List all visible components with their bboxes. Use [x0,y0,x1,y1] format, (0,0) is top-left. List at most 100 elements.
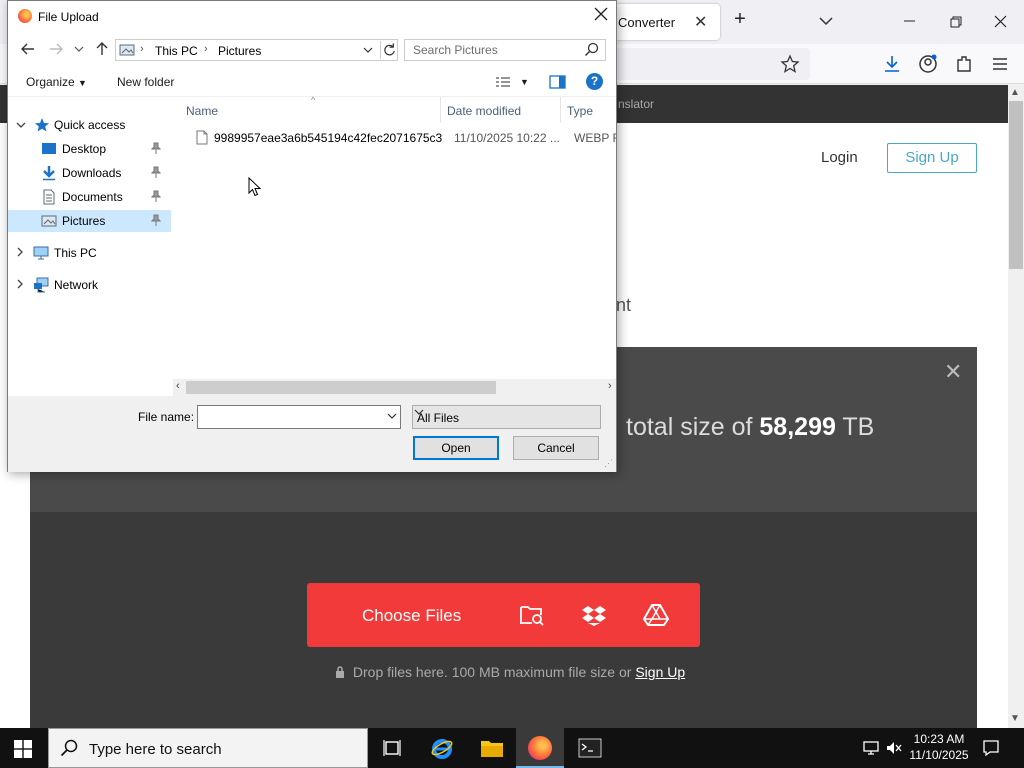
dropbox-icon[interactable] [581,603,607,627]
open-button[interactable]: Open [413,436,499,460]
folder-search-icon[interactable] [519,603,545,627]
breadcrumb-separator-icon[interactable]: › [140,43,144,55]
banner-text: total size of 58,299 TB [626,413,874,442]
dialog-close-icon[interactable] [592,5,610,23]
taskbar-app-edge[interactable] [418,728,466,768]
column-header-type[interactable]: Type [567,104,593,118]
breadcrumb-pictures[interactable]: Pictures [218,44,261,58]
file-list-hscrollbar[interactable]: ‹ › [173,379,616,396]
scroll-right-arrow-icon[interactable]: › [608,380,612,392]
column-header-date-modified[interactable]: Date modified [447,104,521,118]
search-input[interactable] [404,39,606,61]
up-arrow-icon[interactable] [94,41,110,57]
forward-arrow-icon[interactable] [48,41,64,57]
drop-hint-signup-link[interactable]: Sign Up [635,664,685,680]
documents-icon [43,189,55,205]
site-nav-item-translator[interactable]: nslator [618,97,654,111]
expanded-chevron-icon[interactable] [16,121,26,129]
tree-item-this-pc[interactable]: This PC [8,242,171,264]
scroll-left-arrow-icon[interactable]: ‹ [176,380,180,392]
network-tray-icon[interactable] [862,739,880,757]
refresh-icon[interactable] [380,41,398,59]
mouse-cursor-icon [248,177,262,197]
scrollbar-thumb[interactable] [1009,101,1023,269]
file-name-input[interactable] [197,405,401,429]
heading-fragment: nt [616,295,632,315]
minimize-icon[interactable] [900,16,920,26]
downloads-icon[interactable] [882,54,902,74]
restore-icon[interactable] [946,12,966,32]
taskbar-app-firefox[interactable] [516,728,564,768]
column-divider[interactable] [560,97,561,123]
page-scrollbar[interactable]: ▲ ▼ [1008,85,1024,728]
dialog-title: File Upload [38,10,99,24]
bookmark-star-icon[interactable] [780,54,800,74]
desktop-icon [42,143,56,154]
google-drive-icon[interactable] [643,603,669,627]
tab-close-icon[interactable]: ✕ [694,12,707,32]
column-divider[interactable] [440,97,441,123]
breadcrumb-this-pc[interactable]: This PC [155,44,198,58]
banner-text-prefix: total size of [626,413,753,441]
notifications-icon[interactable] [982,739,1000,757]
account-icon[interactable] [918,54,938,74]
tree-label: Pictures [62,214,106,228]
tree-item-quick-access[interactable]: Quick access [8,114,171,136]
tree-item-pictures[interactable]: Pictures [8,210,171,232]
task-view-button[interactable] [368,728,416,768]
view-options-chevron-icon[interactable]: ▼ [520,77,529,87]
drop-zone[interactable]: Choose Files Drop files here. 100 MB max… [30,512,977,728]
window-close-icon[interactable] [991,12,1011,32]
choose-files-button[interactable]: Choose Files [307,583,700,647]
pin-icon[interactable] [151,142,161,154]
computer-icon [33,246,49,260]
tree-label: This PC [54,246,97,260]
login-link[interactable]: Login [821,149,858,166]
tree-label: Desktop [62,142,107,156]
taskbar-app-terminal[interactable] [566,728,614,768]
star-icon [35,118,49,132]
resize-grip-icon[interactable]: ⋰ [604,458,613,469]
breadcrumb-separator-icon[interactable]: › [204,43,208,55]
column-header-name[interactable]: Name [186,104,218,118]
tree-item-downloads[interactable]: Downloads [8,162,171,184]
scroll-down-arrow-icon[interactable]: ▼ [1010,713,1020,724]
preview-pane-icon[interactable] [549,75,566,89]
cancel-button[interactable]: Cancel [513,436,599,460]
signup-button[interactable]: Sign Up [887,143,977,173]
organize-button[interactable]: Organize ▼ [26,75,87,89]
taskbar-search-box[interactable]: Type here to search [48,728,368,768]
address-history-chevron-icon[interactable] [362,43,374,57]
tree-item-network[interactable]: Network [8,274,171,296]
new-tab-icon[interactable]: + [730,8,750,31]
recent-locations-chevron-icon[interactable] [74,45,84,53]
new-folder-button[interactable]: New folder [117,75,174,89]
volume-muted-icon[interactable] [885,739,903,757]
file-type-select[interactable]: All Files [412,405,601,429]
tab-list-chevron-icon[interactable] [816,14,836,28]
extensions-icon[interactable] [954,54,974,74]
file-type-cell: WEBP File [574,131,616,145]
view-details-icon[interactable] [495,76,511,88]
pin-icon[interactable] [151,214,161,226]
hscrollbar-thumb[interactable] [186,381,496,394]
tree-item-documents[interactable]: Documents [8,186,171,208]
tree-item-desktop[interactable]: Desktop [8,138,171,160]
help-icon[interactable]: ? [586,73,603,90]
collapsed-chevron-icon[interactable] [16,279,24,289]
system-clock[interactable]: 10:23 AM 11/10/2025 [904,731,974,763]
menu-icon[interactable] [990,54,1010,74]
file-row[interactable]: 9989957eae3a6b545194c42fec2071675c34... … [186,127,616,149]
url-bar[interactable] [600,48,810,80]
search-icon[interactable] [584,42,600,58]
back-arrow-icon[interactable] [20,41,36,57]
address-bar[interactable]: › This PC › Pictures [115,39,398,61]
taskbar-app-file-explorer[interactable] [468,728,516,768]
windows-start-icon[interactable] [14,740,32,758]
collapsed-chevron-icon[interactable] [16,247,24,257]
scroll-up-arrow-icon[interactable]: ▲ [1010,87,1020,98]
pin-icon[interactable] [151,166,161,178]
pin-icon[interactable] [151,190,161,202]
file-name-history-chevron-icon[interactable] [386,411,398,421]
banner-close-icon[interactable]: ✕ [944,359,962,385]
